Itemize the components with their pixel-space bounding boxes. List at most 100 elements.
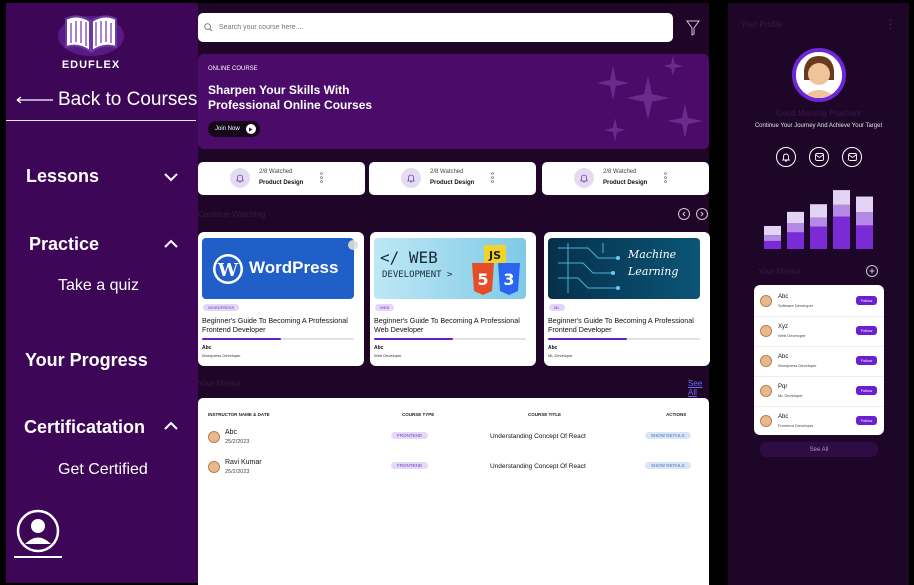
- course-thumbnail: W WordPress: [202, 238, 354, 299]
- progress-bar-segment: [764, 240, 781, 249]
- follow-button[interactable]: Follow: [856, 356, 877, 365]
- user-avatar-icon[interactable]: [16, 509, 60, 553]
- course-tag: ML: [549, 304, 565, 311]
- main-content: ONLINE COURSE Sharpen Your Skills With P…: [198, 3, 710, 585]
- mentor-list: Abc Software Developer Follow Xyz Web De…: [754, 285, 884, 435]
- list-item: Abc Wordpress Developer Follow: [754, 347, 884, 377]
- avatar: [760, 385, 772, 397]
- profile-avatar[interactable]: [792, 48, 846, 102]
- more-options-icon[interactable]: [664, 172, 667, 183]
- course-card[interactable]: </ WEB DEVELOPMENT > JS 5 3 WEB Beginner…: [370, 232, 536, 366]
- svg-text:W: W: [217, 260, 239, 281]
- course-progress-fill: [374, 338, 454, 340]
- back-to-courses-link[interactable]: Back to Courses: [16, 89, 197, 111]
- progress-bar-segment: [856, 212, 873, 226]
- logo: EDUFLEX: [6, 9, 176, 71]
- chevron-right-icon[interactable]: [696, 208, 708, 220]
- more-options-icon[interactable]: [491, 172, 494, 183]
- course-title: Beginner's Guide To Becoming A Professio…: [374, 316, 520, 334]
- user-face-icon: [796, 52, 842, 98]
- progress-bar-chart: [764, 190, 873, 249]
- course-type-badge: FRONTEND: [391, 432, 428, 439]
- watched-count: 2/8 Watched: [259, 169, 293, 175]
- progress-bar-segment: [833, 204, 850, 217]
- course-title: Understanding Concept Of React: [490, 433, 586, 440]
- sidebar-item-your-progress[interactable]: Your Progress: [25, 350, 148, 371]
- watch-stat-card[interactable]: 2/8 Watched Product Design: [542, 162, 709, 195]
- avatar: [760, 355, 772, 367]
- avatar: [760, 295, 772, 307]
- list-item: Xyz Web Developer Follow: [754, 317, 884, 347]
- more-options-icon[interactable]: [320, 172, 323, 183]
- back-label: Back to Courses: [58, 89, 198, 110]
- progress-bar-segment: [764, 225, 781, 236]
- filter-icon[interactable]: [686, 20, 700, 36]
- mail-icon[interactable]: [809, 147, 829, 167]
- arrow-left-icon: [16, 96, 53, 104]
- follow-button[interactable]: Follow: [856, 296, 877, 305]
- list-item: Pqr ML Developer Follow: [754, 377, 884, 407]
- progress-bar-segment: [787, 211, 804, 224]
- avatar: [760, 325, 772, 337]
- course-card[interactable]: Machine Learning ML Beginner's Guide To …: [544, 232, 710, 366]
- progress-bar-segment: [856, 196, 873, 213]
- progress-bar-segment: [856, 225, 873, 249]
- course-author: Abc: [374, 345, 384, 351]
- sidebar-item-practice[interactable]: Practice: [29, 234, 99, 255]
- join-now-button[interactable]: Join Now: [208, 121, 260, 137]
- play-icon: [245, 124, 256, 134]
- course-progress: [202, 338, 354, 340]
- see-all-link[interactable]: See All: [688, 379, 709, 397]
- sidebar-divider: [6, 120, 196, 121]
- table-header: INSTRUCTOR NAME & DATE: [208, 412, 270, 417]
- follow-button[interactable]: Follow: [856, 326, 877, 335]
- svg-text:JS: JS: [488, 249, 501, 262]
- mentor-name: Pqr: [778, 384, 788, 390]
- svg-text:5: 5: [477, 270, 488, 289]
- course-author: Abc: [548, 345, 558, 351]
- chevron-up-icon[interactable]: [163, 421, 179, 431]
- show-details-button[interactable]: SHOW DETAILS: [645, 462, 691, 469]
- search-input[interactable]: [219, 24, 619, 31]
- app-root: EDUFLEX Back to Courses Lessons Practice…: [0, 0, 914, 585]
- instructor-date: 25/2/2023: [225, 439, 250, 445]
- progress-bar-segment: [810, 217, 827, 227]
- search-icon: [204, 23, 213, 32]
- more-options-icon[interactable]: [889, 19, 892, 30]
- progress-bar-segment: [833, 216, 850, 249]
- sidebar-subitem-take-quiz[interactable]: Take a quiz: [58, 277, 139, 295]
- sidebar-item-lessons[interactable]: Lessons: [26, 166, 99, 187]
- avatar-underline: [14, 556, 62, 558]
- sidebar-subitem-get-certified[interactable]: Get Certified: [58, 461, 148, 479]
- banner-tag: ONLINE COURSE: [208, 66, 258, 72]
- chevron-left-icon[interactable]: [678, 208, 690, 220]
- sidebar-item-certification[interactable]: Certificatation: [24, 417, 145, 438]
- watch-stat-card[interactable]: 2/8 Watched Product Design: [369, 162, 536, 195]
- course-author: Abc: [202, 345, 212, 351]
- watch-stat-card[interactable]: 2/8 Watched Product Design: [198, 162, 365, 195]
- course-card[interactable]: W WordPress WORDPRESS Beginner's Guide T…: [198, 232, 364, 366]
- your-mentor-label: Your Mentor: [758, 267, 802, 276]
- progress-bar-segment: [833, 190, 850, 205]
- mentor-table: INSTRUCTOR NAME & DATE COURSE TYPE COURS…: [198, 398, 709, 585]
- mentor-name: Abc: [778, 414, 789, 420]
- mail-icon[interactable]: [842, 147, 862, 167]
- see-all-button[interactable]: See All: [760, 442, 878, 457]
- join-now-label: Join Now: [215, 126, 240, 132]
- chevron-up-icon[interactable]: [163, 239, 179, 249]
- add-icon[interactable]: [866, 265, 878, 277]
- course-thumbnail: </ WEB DEVELOPMENT > JS 5 3: [374, 238, 526, 299]
- favorite-icon[interactable]: [348, 240, 358, 250]
- thumbnail-text: </ WEB: [380, 248, 438, 267]
- search-bar[interactable]: [198, 13, 673, 42]
- chevron-down-icon[interactable]: [163, 172, 179, 182]
- follow-button[interactable]: Follow: [856, 386, 877, 395]
- your-mentor-label: Your Mentor: [198, 379, 242, 388]
- course-progress: [374, 338, 526, 340]
- show-details-button[interactable]: SHOW DETAILS: [645, 432, 691, 439]
- follow-button[interactable]: Follow: [856, 416, 877, 425]
- course-author-role: Web Developer: [374, 353, 402, 358]
- bell-icon[interactable]: [776, 147, 796, 167]
- thumbnail-text: WordPress: [249, 258, 339, 277]
- progress-bar-segment: [764, 235, 781, 241]
